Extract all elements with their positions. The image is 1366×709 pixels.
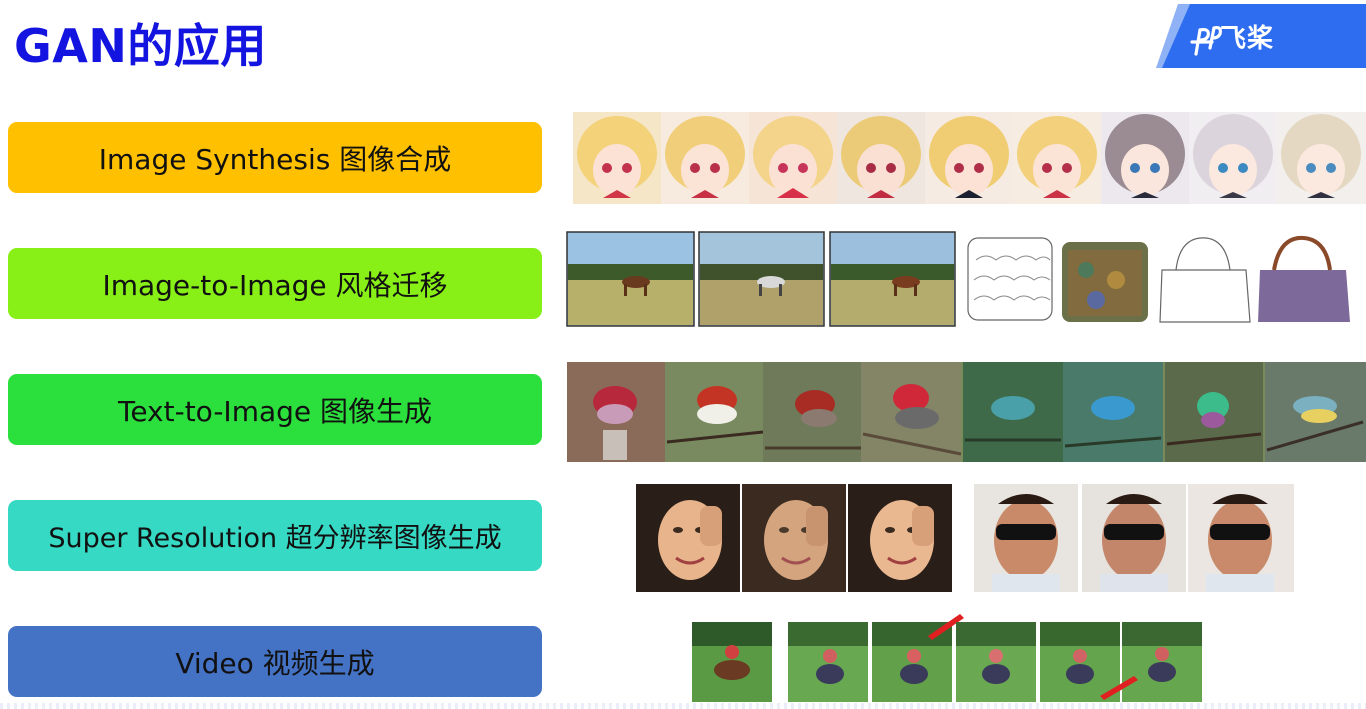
footer-divider (0, 703, 1366, 709)
pill-image-to-image: Image-to-Image 风格迁移 (8, 248, 542, 319)
super-resolution-image (636, 484, 1296, 592)
pill-video: Video 视频生成 (8, 626, 542, 697)
text-to-image-birds (567, 362, 1366, 462)
video-frames-image (692, 614, 1202, 702)
logo-text: 飞桨 (1220, 24, 1275, 54)
anime-faces-image (573, 112, 1366, 204)
slide-title: GAN的应用 (14, 19, 267, 73)
paddle-logo: 飞桨 (1156, 4, 1366, 68)
pill-image-synthesis: Image Synthesis 图像合成 (8, 122, 542, 193)
pill-text-to-image: Text-to-Image 图像生成 (8, 374, 542, 445)
pill-super-resolution: Super Resolution 超分辨率图像生成 (8, 500, 542, 571)
style-transfer-image (566, 230, 1366, 328)
